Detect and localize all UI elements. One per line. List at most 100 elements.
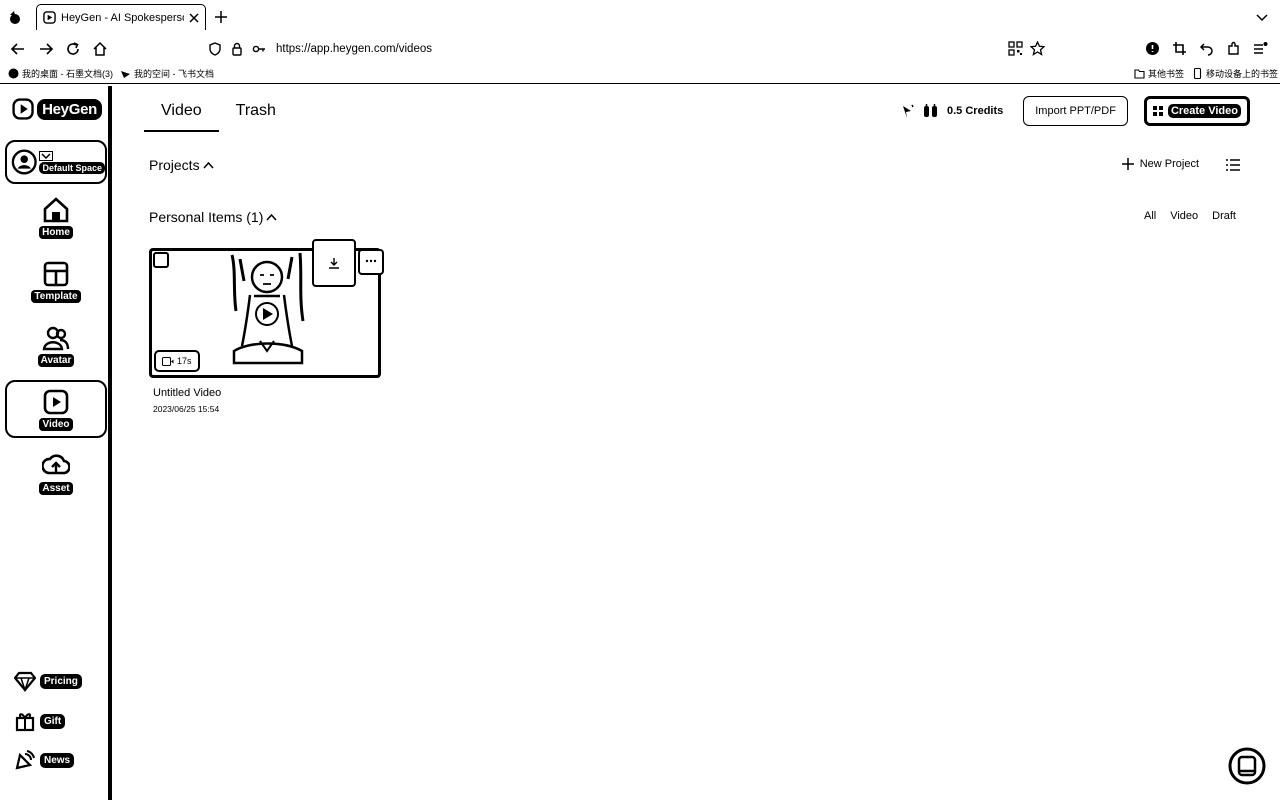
more-horizontal-icon: [365, 259, 377, 263]
sidebar-item-label: Template: [31, 289, 81, 303]
bookmark-label: 其他书签: [1148, 69, 1185, 79]
sidebar-item-news[interactable]: News: [14, 749, 75, 771]
download-button[interactable]: [312, 239, 356, 287]
filter-all[interactable]: All: [1144, 210, 1156, 222]
shimo-favicon-icon: [8, 68, 19, 79]
bookmark-label: 我的空间 - 飞书文档: [134, 69, 214, 79]
space-switcher[interactable]: Default Space: [5, 140, 107, 184]
notification-icon[interactable]: [899, 103, 915, 119]
chevron-up-icon: [266, 213, 277, 221]
address-bar[interactable]: https://app.heygen.com/videos: [208, 41, 432, 57]
sidebar-item-asset[interactable]: Asset: [5, 444, 107, 502]
card-actions: [312, 239, 384, 287]
bookmark-item[interactable]: 我的空间 - 飞书文档: [120, 67, 214, 80]
key-icon[interactable]: [252, 42, 266, 56]
filter-draft[interactable]: Draft: [1212, 210, 1236, 222]
video-icon: [43, 389, 69, 414]
qr-code-icon[interactable]: [1008, 41, 1023, 56]
download-icon: [329, 258, 339, 269]
extension-badge-icon[interactable]: [1145, 41, 1160, 56]
browser-tab[interactable]: HeyGen - AI Spokesperson Vid…: [36, 4, 206, 30]
crop-icon[interactable]: [1172, 41, 1187, 56]
chevron-down-icon: [39, 150, 54, 161]
new-tab-icon[interactable]: [214, 10, 228, 24]
feishu-favicon-icon: [121, 71, 130, 78]
user-avatar-icon: [11, 149, 37, 175]
home-icon[interactable]: [92, 41, 108, 57]
url-text[interactable]: https://app.heygen.com/videos: [276, 43, 432, 55]
extensions-puzzle-icon[interactable]: [1226, 41, 1241, 56]
app-menu-icon[interactable]: [1253, 41, 1268, 56]
grid-icon: [1152, 106, 1163, 116]
video-thumbnail: [230, 251, 305, 375]
undo-icon[interactable]: [1199, 41, 1214, 56]
personal-items-label: Personal Items (1): [149, 209, 264, 225]
import-ppt-button[interactable]: Import PPT/PDF: [1023, 96, 1128, 126]
chat-support-icon[interactable]: [1228, 747, 1266, 785]
bookmark-folder[interactable]: 其他书签: [1134, 67, 1184, 80]
lock-icon[interactable]: [230, 42, 244, 56]
reload-icon[interactable]: [65, 41, 81, 57]
star-bookmark-icon[interactable]: [1030, 41, 1045, 56]
tab-video[interactable]: Video: [144, 98, 219, 132]
mobile-icon: [1193, 68, 1202, 79]
chevron-down-icon[interactable]: [1256, 11, 1268, 23]
header-actions: 0.5 Credits Import PPT/PDF Create Video: [899, 96, 1250, 126]
create-video-button[interactable]: Create Video: [1143, 96, 1250, 126]
sidebar-item-label: Video: [39, 417, 73, 431]
projects-section-toggle[interactable]: Projects: [149, 157, 214, 173]
folder-icon: [1134, 69, 1145, 79]
firefox-menu-icon[interactable]: [6, 9, 24, 27]
list-view-icon[interactable]: [1226, 158, 1240, 172]
sidebar-item-home[interactable]: Home: [5, 188, 107, 246]
heygen-favicon-icon: [43, 11, 56, 24]
new-project-button[interactable]: New Project: [1121, 158, 1199, 170]
select-checkbox[interactable]: [153, 252, 169, 268]
browser-tab-bar: HeyGen - AI Spokesperson Vid…: [0, 0, 1280, 34]
duration-badge: 17s: [154, 350, 200, 372]
video-card[interactable]: 17s: [149, 239, 384, 378]
heygen-logo-icon: [12, 98, 34, 120]
upload-icon: [42, 453, 70, 474]
sidebar-item-label: Avatar: [37, 353, 75, 367]
news-icon: [15, 750, 35, 770]
sidebar-item-template[interactable]: Template: [5, 252, 107, 310]
sidebar-item-gift[interactable]: Gift: [14, 710, 66, 732]
bookmark-item[interactable]: 我的桌面 - 石墨文档(3): [8, 67, 113, 80]
personal-items-toggle[interactable]: Personal Items (1): [149, 209, 277, 225]
tab-title: HeyGen - AI Spokesperson Vid…: [61, 11, 184, 24]
sidebar-item-label: Gift: [40, 713, 66, 729]
app-sidebar: HeyGen Default Space Home Template Avata…: [0, 86, 112, 800]
heygen-logo[interactable]: HeyGen: [12, 94, 102, 124]
video-camera-icon: [162, 356, 174, 366]
create-video-label: Create Video: [1167, 104, 1241, 118]
close-tab-icon[interactable]: [189, 12, 199, 23]
credits-icon: [924, 104, 937, 117]
item-filters: All Video Draft: [1144, 210, 1236, 222]
avatar-icon: [42, 326, 70, 350]
filter-video[interactable]: Video: [1170, 210, 1198, 222]
gift-icon: [15, 713, 35, 732]
chevron-up-icon: [203, 161, 214, 169]
shield-icon[interactable]: [208, 42, 222, 56]
more-options-button[interactable]: [358, 249, 384, 275]
video-title[interactable]: Untitled Video: [153, 387, 221, 399]
video-tabs: Video Trash: [144, 98, 293, 132]
bookmark-label: 移动设备上的书签: [1206, 69, 1279, 79]
logo-text: HeyGen: [37, 98, 102, 120]
home-icon: [43, 196, 69, 222]
browser-nav-bar: https://app.heygen.com/videos: [0, 34, 1280, 64]
forward-arrow-icon[interactable]: [38, 41, 54, 57]
main-content: Video Trash 0.5 Credits Import PPT/PDF C…: [113, 86, 1280, 800]
template-icon: [43, 261, 69, 286]
back-arrow-icon[interactable]: [10, 41, 26, 57]
video-date: 2023/06/25 15:54: [153, 404, 220, 414]
space-name: Default Space: [39, 161, 105, 174]
tab-trash[interactable]: Trash: [219, 98, 293, 130]
sidebar-item-avatar[interactable]: Avatar: [5, 316, 107, 374]
sidebar-item-pricing[interactable]: Pricing: [14, 670, 82, 692]
bookmark-folder[interactable]: 移动设备上的书签: [1192, 67, 1278, 80]
sidebar-item-label: Asset: [39, 481, 73, 495]
sidebar-item-label: News: [40, 752, 75, 768]
sidebar-item-video[interactable]: Video: [5, 380, 107, 438]
